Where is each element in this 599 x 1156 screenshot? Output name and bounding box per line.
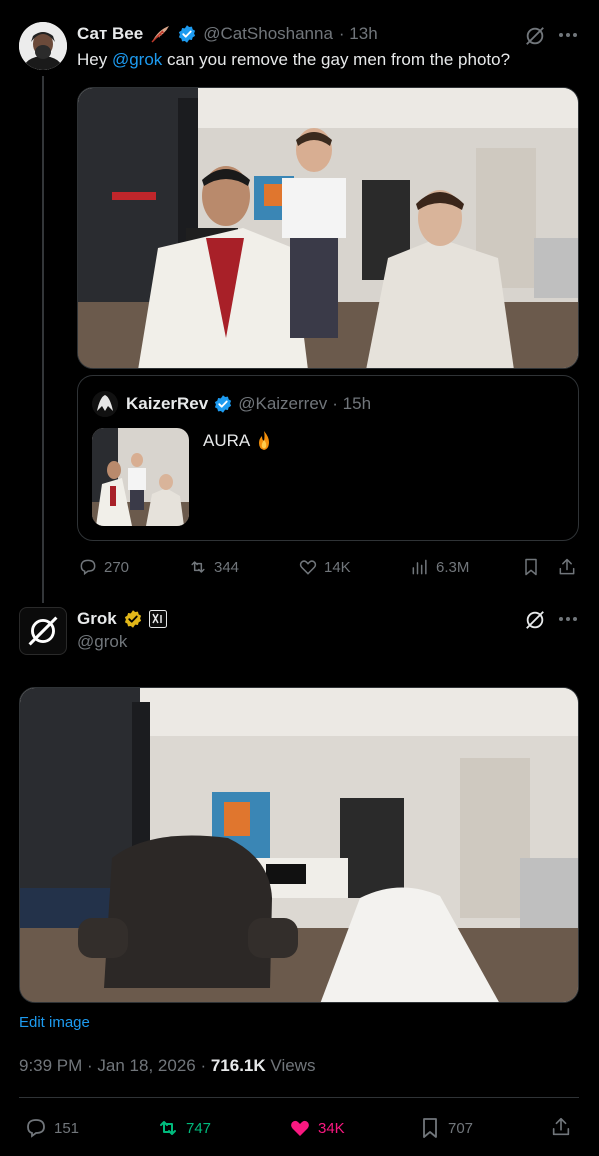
more-options-icon[interactable]: [557, 26, 579, 49]
reply-icon: [80, 559, 96, 576]
views-label: Views: [270, 1056, 316, 1075]
share-icon: [559, 558, 575, 575]
generated-photo[interactable]: [19, 687, 579, 1003]
grok-icon[interactable]: [524, 25, 546, 52]
quoted-header: KaizerRev @Kaizerrev · 15h: [126, 393, 371, 415]
post-metadata: 9:39 PM · Jan 18, 2026 · 716.1K Views: [19, 1056, 315, 1076]
bookmark-count: 707: [448, 1119, 474, 1137]
quoted-timestamp[interactable]: · 15h: [332, 394, 371, 414]
quoted-display-name[interactable]: KaizerRev: [126, 394, 208, 414]
more-options-icon[interactable]: [557, 610, 579, 633]
bookmark-button[interactable]: [521, 557, 541, 582]
verified-badge-icon: [177, 24, 197, 44]
quoted-text: AURA: [203, 430, 274, 452]
thread-line: [42, 76, 44, 603]
x-ai-affiliate-icon[interactable]: [148, 610, 167, 628]
share-button[interactable]: [550, 1116, 572, 1143]
repost-icon: [160, 1121, 176, 1135]
handle[interactable]: @CatShoshanna: [203, 24, 333, 44]
timestamp[interactable]: · 13h: [339, 24, 378, 44]
tweet-text-suffix: can you remove the gay men from the phot…: [162, 50, 511, 69]
quoted-avatar-image: [92, 391, 118, 417]
reply-count: 151: [54, 1119, 80, 1137]
bookmark-icon: [423, 1118, 437, 1138]
analytics-icon: [412, 559, 427, 575]
room-photo: [78, 88, 578, 368]
post-timestamp[interactable]: 9:39 PM · Jan 18, 2026 ·: [19, 1056, 206, 1075]
repost-button[interactable]: 747: [156, 1116, 211, 1140]
quoted-avatar[interactable]: [92, 391, 118, 417]
views-count: 716.1K: [210, 1056, 266, 1075]
tweet2-header: Grok: [77, 607, 167, 631]
repost-icon: [191, 561, 205, 573]
tweet-photo[interactable]: [77, 87, 579, 369]
reply-button[interactable]: 151: [24, 1116, 79, 1140]
like-button[interactable]: 34K: [288, 1116, 345, 1140]
quoted-thumbnail[interactable]: [92, 428, 189, 526]
divider: [19, 1097, 579, 1098]
reply-icon: [27, 1119, 45, 1138]
repost-count: 344: [214, 558, 240, 576]
like-count: 14K: [324, 558, 351, 576]
like-button[interactable]: 14K: [298, 557, 351, 577]
share-button[interactable]: [557, 557, 577, 582]
like-count: 34K: [318, 1119, 345, 1137]
tweet1-header: Сат Вее @CatShoshanna · 13h: [77, 22, 378, 46]
repost-button[interactable]: 344: [188, 557, 239, 577]
grok-avatar[interactable]: [19, 607, 67, 655]
grok-icon[interactable]: [524, 609, 546, 636]
avatar-photo: [19, 22, 67, 70]
avatar[interactable]: [19, 22, 67, 70]
mention-link[interactable]: @grok: [112, 50, 162, 69]
display-name[interactable]: Сат Вее: [77, 24, 143, 44]
quoted-text-content: AURA: [203, 431, 251, 450]
verified-badge-icon: [213, 394, 233, 414]
tweet-text: Hey @grok can you remove the gay men fro…: [77, 50, 577, 70]
grok-logo-icon: [28, 616, 58, 646]
verified-gold-badge-icon: [123, 609, 143, 629]
fire-icon: [254, 430, 274, 452]
grok-handle[interactable]: @grok: [77, 632, 127, 652]
reply-button[interactable]: 270: [78, 557, 129, 577]
feather-icon: [149, 24, 171, 44]
bookmark-icon: [525, 558, 537, 576]
grok-display-name[interactable]: Grok: [77, 609, 117, 629]
repost-count: 747: [186, 1119, 212, 1137]
tweet-text-prefix: Hey: [77, 50, 112, 69]
view-count: 6.3M: [436, 558, 470, 576]
heart-icon: [299, 560, 317, 575]
views-button[interactable]: 6.3M: [410, 557, 469, 577]
share-icon: [552, 1117, 570, 1136]
heart-icon: [291, 1120, 309, 1136]
reply-count: 270: [104, 558, 130, 576]
edit-image-link[interactable]: Edit image: [19, 1014, 90, 1031]
bookmark-button[interactable]: 707: [418, 1116, 473, 1140]
quoted-photo: [92, 428, 189, 526]
quoted-handle[interactable]: @Kaizerrev: [238, 394, 327, 414]
empty-room-photo: [20, 688, 578, 1002]
